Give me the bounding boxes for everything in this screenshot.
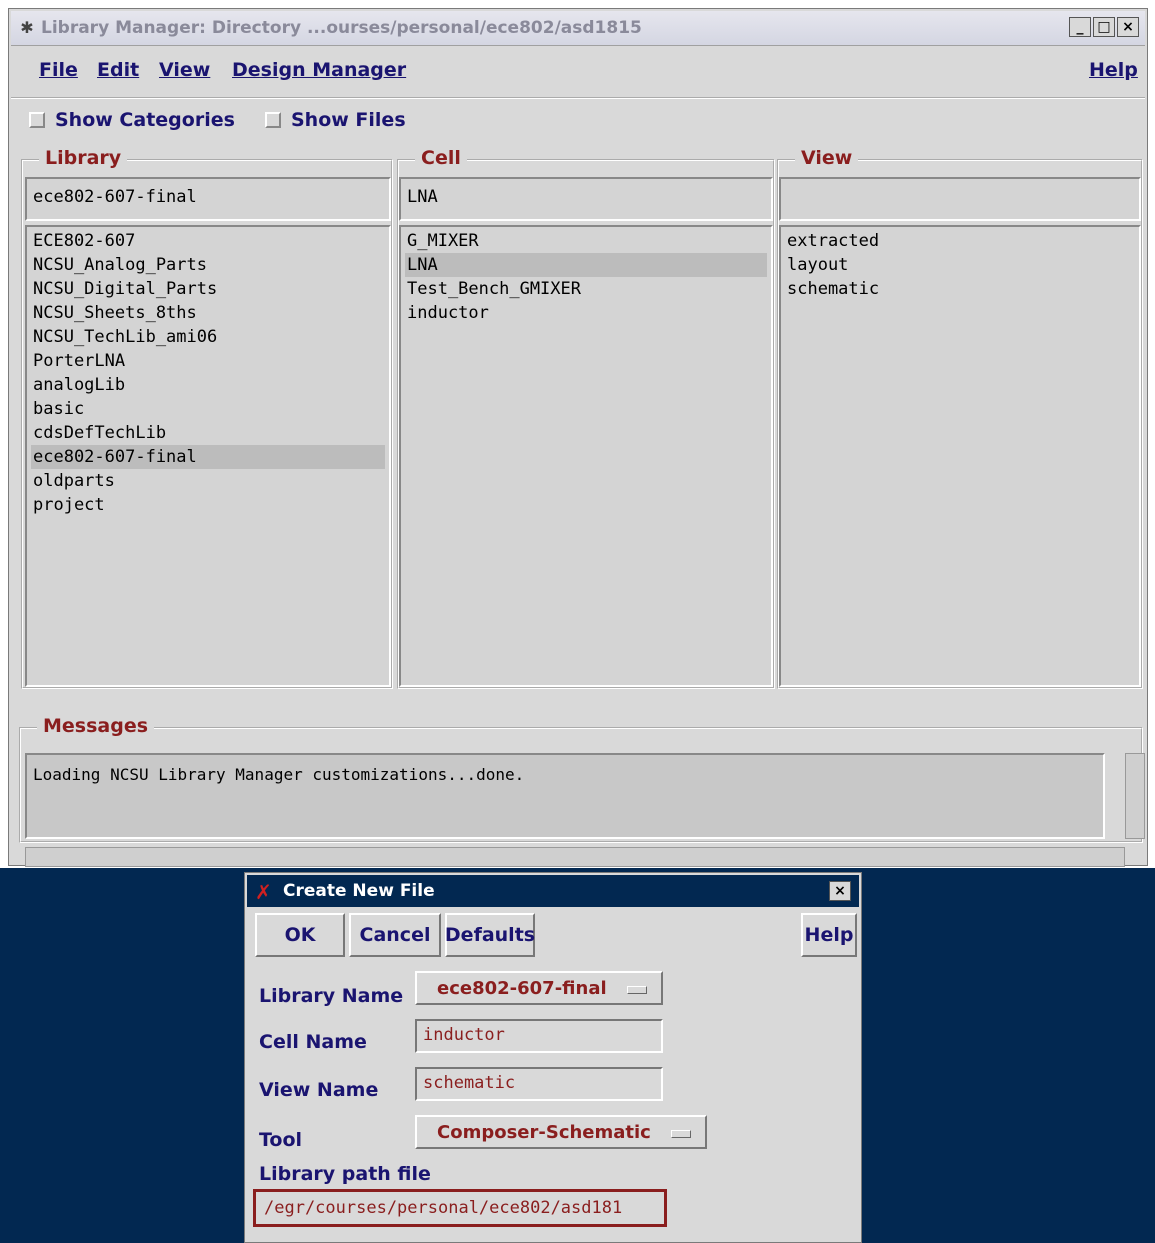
library-label: Library	[39, 147, 128, 169]
library-path-input[interactable]: /egr/courses/personal/ece802/asd181	[253, 1189, 667, 1227]
menu-design-manager[interactable]: Design Manager	[232, 59, 406, 81]
window-title: Library Manager: Directory ...ourses/per…	[41, 18, 642, 38]
library-list-item[interactable]: project	[31, 493, 385, 517]
show-files-checkbox[interactable]: Show Files	[265, 109, 406, 131]
library-name-select[interactable]: ece802-607-final	[415, 971, 663, 1005]
create-new-file-dialog: ✗ Create New File × OK Cancel Defaults H…	[244, 872, 862, 1243]
minimize-button[interactable]: _	[1069, 17, 1091, 37]
cell-label: Cell	[415, 147, 467, 169]
library-list-item[interactable]: basic	[31, 397, 385, 421]
cell-list-item[interactable]: inductor	[405, 301, 767, 325]
dialog-title: Create New File	[283, 881, 435, 901]
library-name-value: ece802-607-final	[437, 977, 607, 999]
show-categories-checkbox[interactable]: Show Categories	[29, 109, 235, 131]
library-list[interactable]: ECE802-607 NCSU_Analog_Parts NCSU_Digital_…	[25, 225, 391, 687]
library-list-item[interactable]: NCSU_Sheets_8ths	[31, 301, 385, 325]
cancel-button[interactable]: Cancel	[349, 913, 441, 957]
app-icon: ✱	[20, 18, 34, 37]
library-list-item[interactable]: cdsDefTechLib	[31, 421, 385, 445]
menu-file[interactable]: File	[39, 59, 78, 81]
messages-area[interactable]: Loading NCSU Library Manager customizati…	[25, 753, 1105, 839]
cell-name-input[interactable]: inductor	[415, 1019, 663, 1053]
ok-button[interactable]: OK	[255, 913, 345, 957]
dialog-close-button[interactable]: ×	[829, 881, 851, 901]
checkbox-box[interactable]	[265, 112, 281, 128]
library-path-label: Library path file	[259, 1163, 431, 1185]
cell-list-item[interactable]: G_MIXER	[405, 229, 767, 253]
show-files-label: Show Files	[291, 109, 406, 131]
cell-list[interactable]: G_MIXER LNA Test_Bench_GMIXER inductor	[399, 225, 773, 687]
view-name-input[interactable]: schematic	[415, 1067, 663, 1101]
view-name-label: View Name	[259, 1079, 379, 1101]
dialog-title-bar[interactable]: ✗ Create New File ×	[247, 875, 859, 907]
tool-label: Tool	[259, 1129, 303, 1151]
cell-list-item[interactable]: LNA	[405, 253, 767, 277]
library-list-item[interactable]: oldparts	[31, 469, 385, 493]
view-label: View	[795, 147, 859, 169]
title-bar[interactable]: ✱ Library Manager: Directory ...ourses/p…	[11, 11, 1145, 46]
cell-entry[interactable]: LNA	[399, 177, 773, 221]
x-app-icon: ✗	[255, 880, 272, 904]
view-list-item[interactable]: schematic	[785, 277, 1135, 301]
help-button[interactable]: Help	[801, 913, 857, 957]
library-list-item[interactable]: analogLib	[31, 373, 385, 397]
menu-bar: File Edit View Design Manager Help	[11, 49, 1145, 99]
library-manager-window: ✱ Library Manager: Directory ...ourses/p…	[8, 8, 1148, 867]
library-list-item[interactable]: NCSU_Digital_Parts	[31, 277, 385, 301]
show-categories-label: Show Categories	[55, 109, 235, 131]
tool-value: Composer-Schematic	[437, 1121, 651, 1143]
menu-help[interactable]: Help	[1089, 59, 1138, 81]
library-entry[interactable]: ece802-607-final	[25, 177, 391, 221]
maximize-button[interactable]: □	[1093, 17, 1115, 37]
tool-select[interactable]: Composer-Schematic	[415, 1115, 707, 1149]
menu-edit[interactable]: Edit	[97, 59, 139, 81]
menu-view[interactable]: View	[159, 59, 210, 81]
view-list[interactable]: extracted layout schematic	[779, 225, 1141, 687]
library-list-item[interactable]: PorterLNA	[31, 349, 385, 373]
defaults-button[interactable]: Defaults	[445, 913, 535, 957]
library-list-item[interactable]: ECE802-607	[31, 229, 385, 253]
horizontal-scrollbar[interactable]	[25, 847, 1125, 867]
library-list-item[interactable]: ece802-607-final	[31, 445, 385, 469]
option-menu-indicator-icon	[627, 986, 647, 994]
cell-list-item[interactable]: Test_Bench_GMIXER	[405, 277, 767, 301]
library-list-item[interactable]: NCSU_Analog_Parts	[31, 253, 385, 277]
cell-name-label: Cell Name	[259, 1031, 367, 1053]
checkbox-box[interactable]	[29, 112, 45, 128]
messages-label: Messages	[37, 715, 155, 737]
view-entry[interactable]	[779, 177, 1141, 221]
library-name-label: Library Name	[259, 985, 404, 1007]
view-list-item[interactable]: layout	[785, 253, 1135, 277]
library-list-item[interactable]: NCSU_TechLib_ami06	[31, 325, 385, 349]
view-list-item[interactable]: extracted	[785, 229, 1135, 253]
messages-vertical-scrollbar[interactable]	[1125, 753, 1145, 839]
close-button[interactable]: ×	[1117, 17, 1139, 37]
option-menu-indicator-icon	[671, 1130, 691, 1138]
